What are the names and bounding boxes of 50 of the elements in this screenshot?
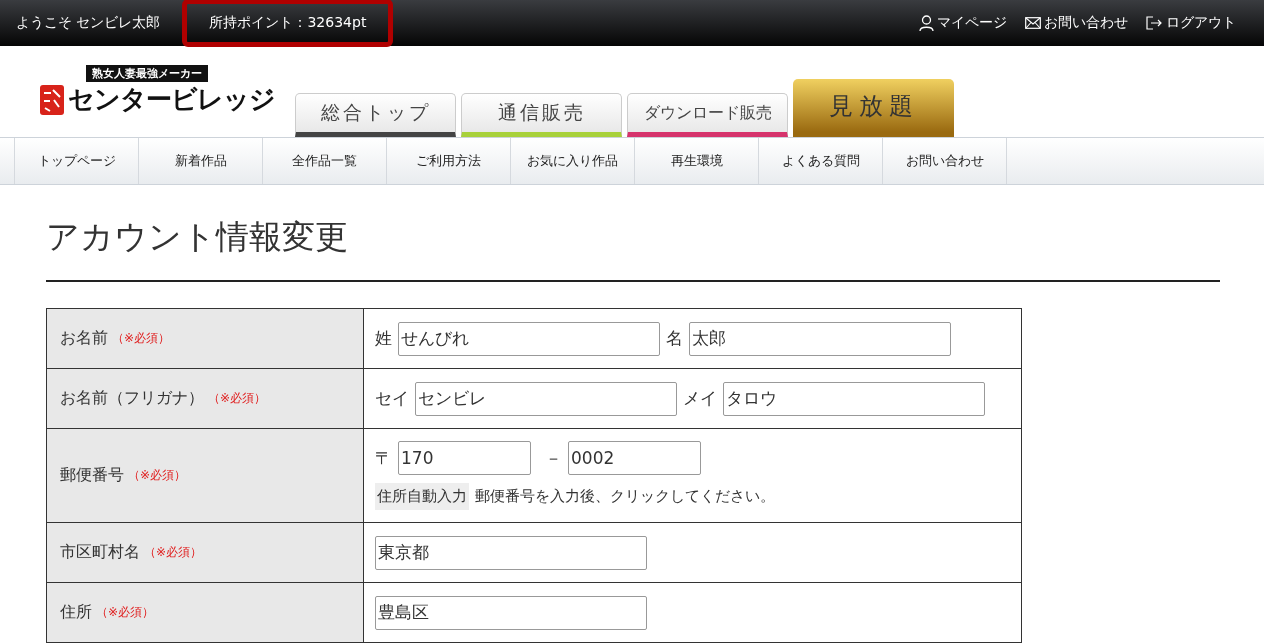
input-field[interactable]: せんびれ bbox=[398, 321, 660, 356]
input-field[interactable]: 豊島区 bbox=[375, 595, 647, 630]
postal-note: 郵便番号を入力後、クリックしてください。 bbox=[475, 487, 775, 506]
category-tab[interactable]: 通信販売 bbox=[461, 93, 622, 137]
field-label: 市区町村名 bbox=[60, 542, 140, 563]
input-field[interactable]: 太郎 bbox=[689, 321, 951, 356]
required-note: （※必須） bbox=[96, 604, 155, 621]
field-prefix: － bbox=[545, 446, 562, 470]
field-prefix: セイ bbox=[375, 387, 409, 410]
field-prefix: 姓 bbox=[375, 327, 392, 350]
field-label: お名前 bbox=[60, 328, 108, 349]
category-tab[interactable]: 総合トップ bbox=[295, 93, 456, 137]
logo-tagline: 熟女人妻最強メーカー bbox=[86, 65, 208, 82]
logo-seal-icon bbox=[40, 84, 64, 115]
page-title: アカウント情報変更 bbox=[46, 215, 1220, 282]
logo-name: センタービレッジ bbox=[68, 83, 275, 116]
mail-icon bbox=[1025, 17, 1041, 29]
field-label: 住所 bbox=[60, 602, 92, 623]
nav-item[interactable]: 再生環境 bbox=[634, 138, 758, 184]
category-tab[interactable]: 見放題 bbox=[793, 79, 954, 137]
required-note: （※必須） bbox=[208, 390, 267, 407]
nav-item[interactable]: 新着作品 bbox=[138, 138, 262, 184]
required-note: （※必須） bbox=[128, 467, 187, 484]
input-field[interactable]: 170 bbox=[398, 441, 531, 475]
welcome-text: ようこそ センビレ太郎 bbox=[16, 14, 161, 32]
field-prefix: 名 bbox=[666, 327, 683, 350]
field-label: 郵便番号 bbox=[60, 465, 124, 486]
category-tab[interactable]: ダウンロード販売 bbox=[627, 93, 788, 137]
field-prefix: 〒 bbox=[375, 446, 392, 470]
top-link[interactable]: ログアウト bbox=[1146, 14, 1236, 32]
field-label: お名前（フリガナ） bbox=[60, 388, 204, 409]
required-note: （※必須） bbox=[112, 330, 171, 347]
field-prefix: メイ bbox=[683, 387, 717, 410]
nav-item[interactable]: 全作品一覧 bbox=[262, 138, 386, 184]
address-autofill-button[interactable]: 住所自動入力 bbox=[375, 483, 469, 510]
nav-item[interactable]: お気に入り作品 bbox=[510, 138, 634, 184]
required-note: （※必須） bbox=[144, 544, 203, 561]
top-link[interactable]: マイページ bbox=[919, 14, 1007, 32]
person-icon bbox=[919, 15, 934, 31]
nav-item[interactable]: ご利用方法 bbox=[386, 138, 510, 184]
input-field[interactable]: 東京都 bbox=[375, 535, 647, 570]
input-field[interactable]: センビレ bbox=[415, 381, 677, 416]
nav-item[interactable]: トップページ bbox=[14, 138, 138, 184]
nav-item[interactable]: よくある質問 bbox=[758, 138, 882, 184]
nav-item[interactable]: お問い合わせ bbox=[882, 138, 1007, 184]
logout-icon bbox=[1146, 16, 1163, 30]
top-link[interactable]: お問い合わせ bbox=[1025, 14, 1128, 32]
input-field[interactable]: 0002 bbox=[568, 441, 701, 475]
points-text: 所持ポイント：32634pt bbox=[182, 0, 394, 47]
input-field[interactable]: タロウ bbox=[723, 381, 985, 416]
